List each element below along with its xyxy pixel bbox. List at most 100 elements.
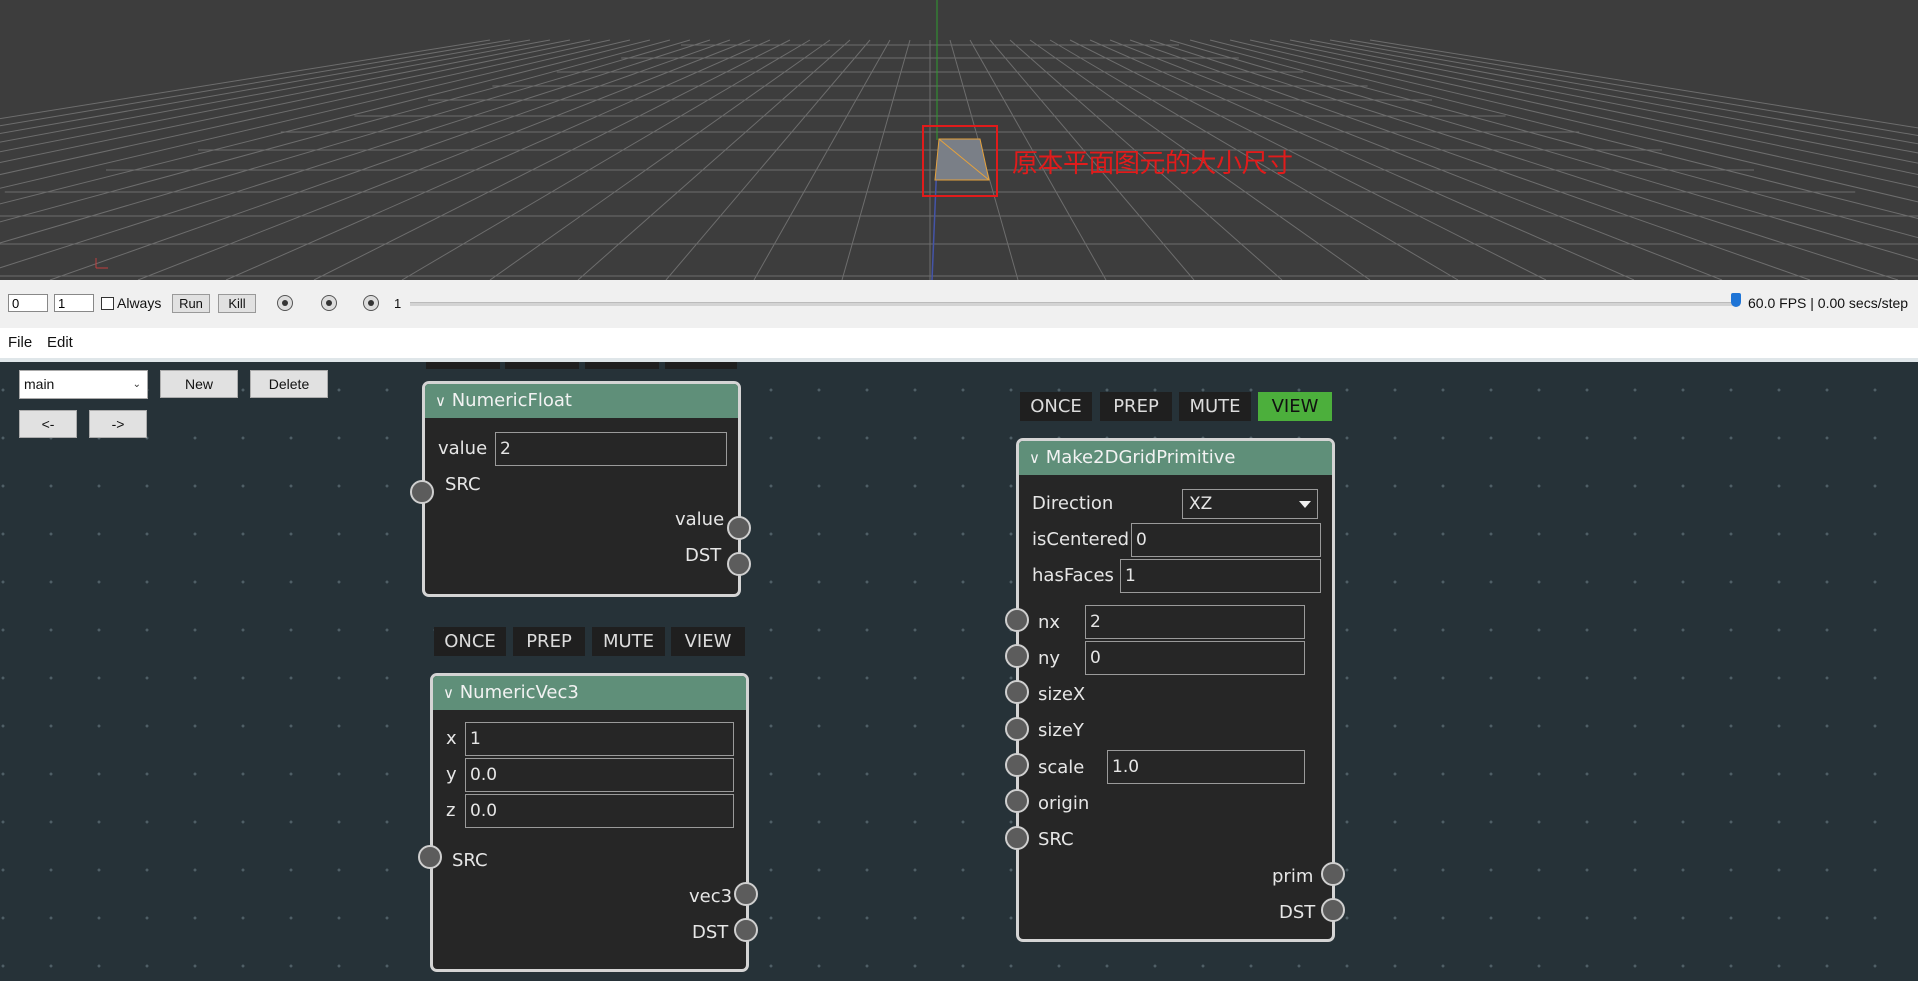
new-graph-button[interactable]: New (160, 370, 238, 398)
grid-once-button[interactable]: ONCE (1020, 392, 1092, 421)
dst-socket-label: DST (685, 545, 722, 566)
prim-output-label: prim (1272, 866, 1314, 887)
record-icon[interactable] (277, 295, 293, 311)
scale-input-socket[interactable] (1005, 753, 1029, 777)
dst-output-socket[interactable] (734, 918, 758, 942)
nx-param-input[interactable]: 2 (1085, 605, 1305, 639)
grid-op-bar: ONCE PREP MUTE VIEW (1020, 392, 1332, 421)
iscentered-param-input[interactable]: 0 (1131, 523, 1321, 557)
src-input-socket[interactable] (1005, 826, 1029, 850)
y-param-input[interactable]: 0.0 (465, 758, 734, 792)
node-header[interactable]: ∨ NumericVec3 (433, 676, 746, 710)
play-icon[interactable] (363, 295, 379, 311)
collapse-chevron-icon[interactable]: ∨ (443, 684, 454, 702)
next-graph-button[interactable]: -> (89, 410, 147, 438)
numericfloat-mute-button[interactable] (585, 362, 659, 369)
iscentered-param-label: isCentered (1032, 529, 1130, 550)
numericfloat-prep-button[interactable] (505, 362, 579, 369)
numericvec3-mute-button[interactable]: MUTE (592, 627, 665, 656)
collapse-chevron-icon[interactable]: ∨ (1029, 449, 1040, 467)
dst-socket-label: DST (692, 922, 729, 943)
direction-dropdown[interactable]: XZ (1182, 489, 1318, 519)
numericvec3-once-button[interactable]: ONCE (434, 627, 506, 656)
node-editor-canvas[interactable]: main ⌄ New Delete <- -> ∨ NumericFloat v… (0, 362, 1918, 981)
grid-mute-button[interactable]: MUTE (1179, 392, 1251, 421)
numericfloat-once-button[interactable] (426, 362, 500, 369)
value-output-label: value (675, 509, 725, 530)
menu-file[interactable]: File (8, 334, 32, 351)
value-param-input[interactable]: 2 (495, 432, 727, 466)
delete-graph-button[interactable]: Delete (250, 370, 328, 398)
graph-select[interactable]: main ⌄ (19, 370, 148, 399)
kill-button[interactable]: Kill (218, 294, 256, 313)
sizey-input-socket[interactable] (1005, 717, 1029, 741)
graph-select-value: main (24, 376, 55, 392)
hasfaces-param-label: hasFaces (1032, 565, 1114, 586)
timeline-bar: Always Run Kill 1 60.0 FPS | 0.00 secs/s… (0, 280, 1918, 328)
z-param-label: z (446, 800, 456, 821)
src-input-socket[interactable] (410, 480, 434, 504)
sizex-param-label: sizeX (1038, 684, 1086, 705)
timeline-slider[interactable] (410, 302, 1740, 306)
3d-viewport[interactable]: 原本平面图元的大小尺寸 (0, 0, 1918, 280)
prim-output-socket[interactable] (1321, 862, 1345, 886)
vec3-output-socket[interactable] (734, 882, 758, 906)
current-frame: 1 (394, 296, 402, 311)
numericfloat-view-button[interactable] (665, 362, 737, 369)
direction-param-label: Direction (1032, 493, 1114, 514)
ny-param-label: ny (1038, 648, 1061, 669)
run-button[interactable]: Run (172, 294, 210, 313)
grid-view-button[interactable]: VIEW (1258, 392, 1332, 421)
z-param-input[interactable]: 0.0 (465, 794, 734, 828)
node-header[interactable]: ∨ Make2DGridPrimitive (1019, 441, 1332, 475)
numericvec3-view-button[interactable]: VIEW (671, 627, 745, 656)
end-frame-input[interactable] (54, 294, 94, 312)
node-numericfloat[interactable]: ∨ NumericFloat value 2 SRC value DST (422, 381, 741, 597)
src-socket-label: SRC (452, 850, 488, 871)
grid-prep-button[interactable]: PREP (1100, 392, 1172, 421)
src-input-socket[interactable] (418, 845, 442, 869)
menu-bar: File Edit (0, 328, 1918, 362)
dst-output-socket[interactable] (1321, 898, 1345, 922)
nx-param-label: nx (1038, 612, 1061, 633)
always-checkbox[interactable] (101, 297, 114, 310)
timeline-slider-handle[interactable] (1731, 293, 1741, 307)
value-param-label: value (438, 438, 488, 459)
dropdown-arrow-icon (1299, 501, 1311, 508)
src-socket-label: SRC (1038, 829, 1074, 850)
menu-edit[interactable]: Edit (47, 334, 73, 351)
value-output-socket[interactable] (727, 516, 751, 540)
node-title: NumericVec3 (459, 682, 579, 703)
scale-param-input[interactable]: 1.0 (1107, 750, 1305, 784)
step-icon[interactable] (321, 295, 337, 311)
ground-grid (0, 0, 1918, 280)
prev-graph-button[interactable]: <- (19, 410, 77, 438)
node-numericvec3[interactable]: ∨ NumericVec3 x 1 y 0.0 z 0.0 SRC vec3 D… (430, 673, 749, 972)
collapse-chevron-icon[interactable]: ∨ (435, 392, 446, 410)
sizex-input-socket[interactable] (1005, 680, 1029, 704)
x-param-input[interactable]: 1 (465, 722, 734, 756)
chevron-down-icon: ⌄ (132, 379, 141, 390)
ny-param-input[interactable]: 0 (1085, 641, 1305, 675)
ny-input-socket[interactable] (1005, 644, 1029, 668)
numericvec3-op-bar: ONCE PREP MUTE VIEW (434, 627, 746, 656)
start-frame-input[interactable] (8, 294, 48, 312)
dst-output-socket[interactable] (727, 552, 751, 576)
origin-param-label: origin (1038, 793, 1090, 814)
direction-value: XZ (1189, 494, 1213, 514)
x-param-label: x (446, 728, 457, 749)
viewport-annotation: 原本平面图元的大小尺寸 (1012, 149, 1293, 179)
always-label: Always (117, 295, 162, 311)
src-socket-label: SRC (445, 474, 481, 495)
fps-status: 60.0 FPS | 0.00 secs/step (1748, 295, 1909, 311)
nx-input-socket[interactable] (1005, 608, 1029, 632)
hasfaces-param-input[interactable]: 1 (1120, 559, 1321, 593)
numericvec3-prep-button[interactable]: PREP (513, 627, 585, 656)
sizey-param-label: sizeY (1038, 720, 1084, 741)
node-make2dgridprimitive[interactable]: ∨ Make2DGridPrimitive Direction XZ isCen… (1016, 438, 1335, 942)
dst-socket-label: DST (1279, 902, 1316, 923)
node-title: Make2DGridPrimitive (1045, 447, 1236, 468)
node-header[interactable]: ∨ NumericFloat (425, 384, 738, 418)
vec3-output-label: vec3 (689, 886, 733, 907)
origin-input-socket[interactable] (1005, 789, 1029, 813)
